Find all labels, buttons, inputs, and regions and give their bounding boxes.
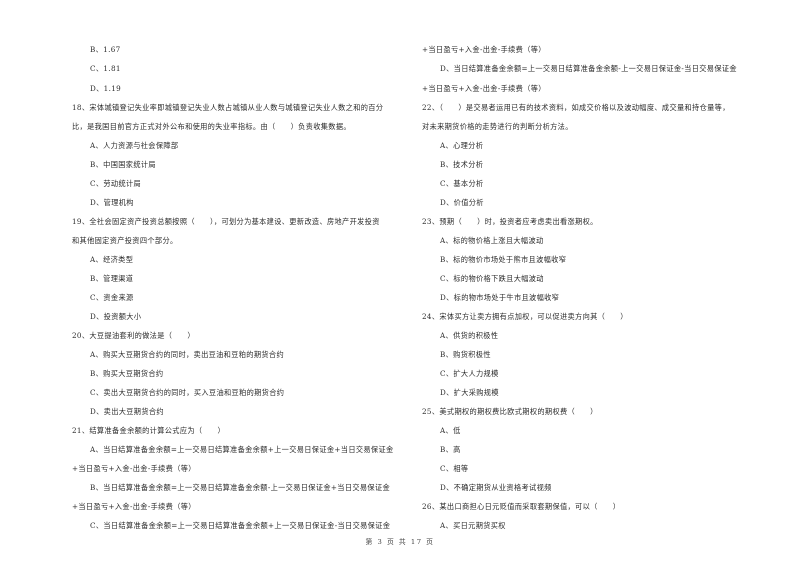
- question-stem: 比，是我国目前官方正式对外公布和使用的失业率指标。由（ ）负责收集数据。: [72, 122, 351, 131]
- option-d: D、卖出大豆期货合约: [90, 407, 164, 416]
- question-stem: 19、全社会固定资产投资总额按照（ ），可划分为基本建设、更新改造、房地产开发投…: [72, 217, 380, 226]
- question-stem: 22、（ ）是交易者运用已有的技术资料，如成交价格以及波动幅度、成交量和持仓量等…: [422, 103, 730, 112]
- question-stem: 20、大豆提油套利的做法是（ ）: [72, 331, 195, 340]
- option-b: B、技术分析: [440, 160, 484, 169]
- option-c: C、相等: [440, 464, 469, 473]
- option-b: B、购买大豆期货合约: [90, 369, 164, 378]
- option-a: A、买日元期货买权: [440, 521, 506, 530]
- option-a-continued: +当日盈亏+入金-出金-手续费（等）: [72, 464, 196, 473]
- option-b: B、高: [440, 445, 461, 454]
- option-c: C、标的物价格下跌且大幅波动: [440, 274, 544, 283]
- option-a: A、标的物价格上涨且大幅波动: [440, 236, 544, 245]
- option-a: A、经济类型: [90, 255, 134, 264]
- option-d: D、不确定期货从业资格考试视频: [440, 483, 552, 492]
- question-stem: 23、预期（ ）时，投资者应考虑卖出看涨期权。: [422, 217, 598, 226]
- option-b: B、当日结算准备金余额=上一交易日结算准备金余额-上一交易日保证金+当日交易保证…: [90, 483, 391, 492]
- question-stem: 24、宋体买方让卖方拥有点加权，可以促进卖方向其（ ）: [422, 312, 628, 321]
- option-a: A、购买大豆期货合约的同时，卖出豆油和豆粕的期货合约: [90, 350, 284, 359]
- option-c: C、劳动统计局: [90, 179, 142, 188]
- option-c: C、当日结算准备金余额=上一交易日结算准备金余额+上一交易日保证金-当日交易保证…: [90, 521, 391, 530]
- option-b: B、1.67: [90, 45, 121, 54]
- page-number: 第 3 页 共 17 页: [365, 538, 435, 546]
- option-c: C、1.81: [90, 64, 121, 73]
- option-d: D、1.19: [90, 84, 122, 93]
- option-d: D、当日结算准备金余额=上一交易日结算准备金余额-上一交易日保证金-当日交易保证…: [440, 64, 737, 73]
- option-d-continued: +当日盈亏+入金-出金-手续费（等）: [422, 84, 546, 93]
- option-c: C、资金来源: [90, 293, 134, 302]
- question-stem: 对未来期货价格的走势进行的判断分析方法。: [422, 122, 573, 131]
- option-a: A、供货的积极性: [440, 331, 499, 340]
- option-a: A、心理分析: [440, 141, 484, 150]
- option-b: B、中国国家统计局: [90, 160, 156, 169]
- question-stem: 和其他固定资产投资四个部分。: [72, 236, 178, 245]
- option-c: C、扩大人力规模: [440, 369, 499, 378]
- option-a: A、人力资源与社会保障部: [90, 141, 179, 150]
- option-d: D、投资额大小: [90, 312, 142, 321]
- question-stem: 26、某出口商担心日元贬值而采取套期保值，可以（ ）: [422, 502, 621, 511]
- option-d: D、管理机构: [90, 198, 134, 207]
- option-c: C、卖出大豆期货合约的同时，买入豆油和豆粕的期货合约: [90, 388, 285, 397]
- option-a: A、当日结算准备金余额=上一交易日结算准备金余额+上一交易日保证金+当日交易保证…: [90, 445, 394, 454]
- option-d: D、价值分析: [440, 198, 484, 207]
- option-c: C、基本分析: [440, 179, 484, 188]
- option-c-continued: +当日盈亏+入金-出金-手续费（等）: [422, 45, 546, 54]
- option-a: A、低: [440, 426, 461, 435]
- question-stem: 18、宋体城镇登记失业率即城镇登记失业人数占城镇从业人数与城镇登记失业人数之和的…: [72, 103, 384, 112]
- option-b: B、购货积极性: [440, 350, 491, 359]
- option-b: B、标的物价市场处于熊市且波幅收窄: [440, 255, 567, 264]
- option-d: D、标的物市场处于牛市且波幅收窄: [440, 293, 560, 302]
- option-d: D、扩大采购规模: [440, 388, 499, 397]
- option-b-continued: +当日盈亏+入金-出金-手续费（等）: [72, 502, 196, 511]
- question-stem: 25、美式期权的期权费比欧式期权的期权费（ ）: [422, 407, 598, 416]
- question-stem: 21、结算准备金余额的计算公式应为（ ）: [72, 426, 226, 435]
- option-b: B、管理渠道: [90, 274, 134, 283]
